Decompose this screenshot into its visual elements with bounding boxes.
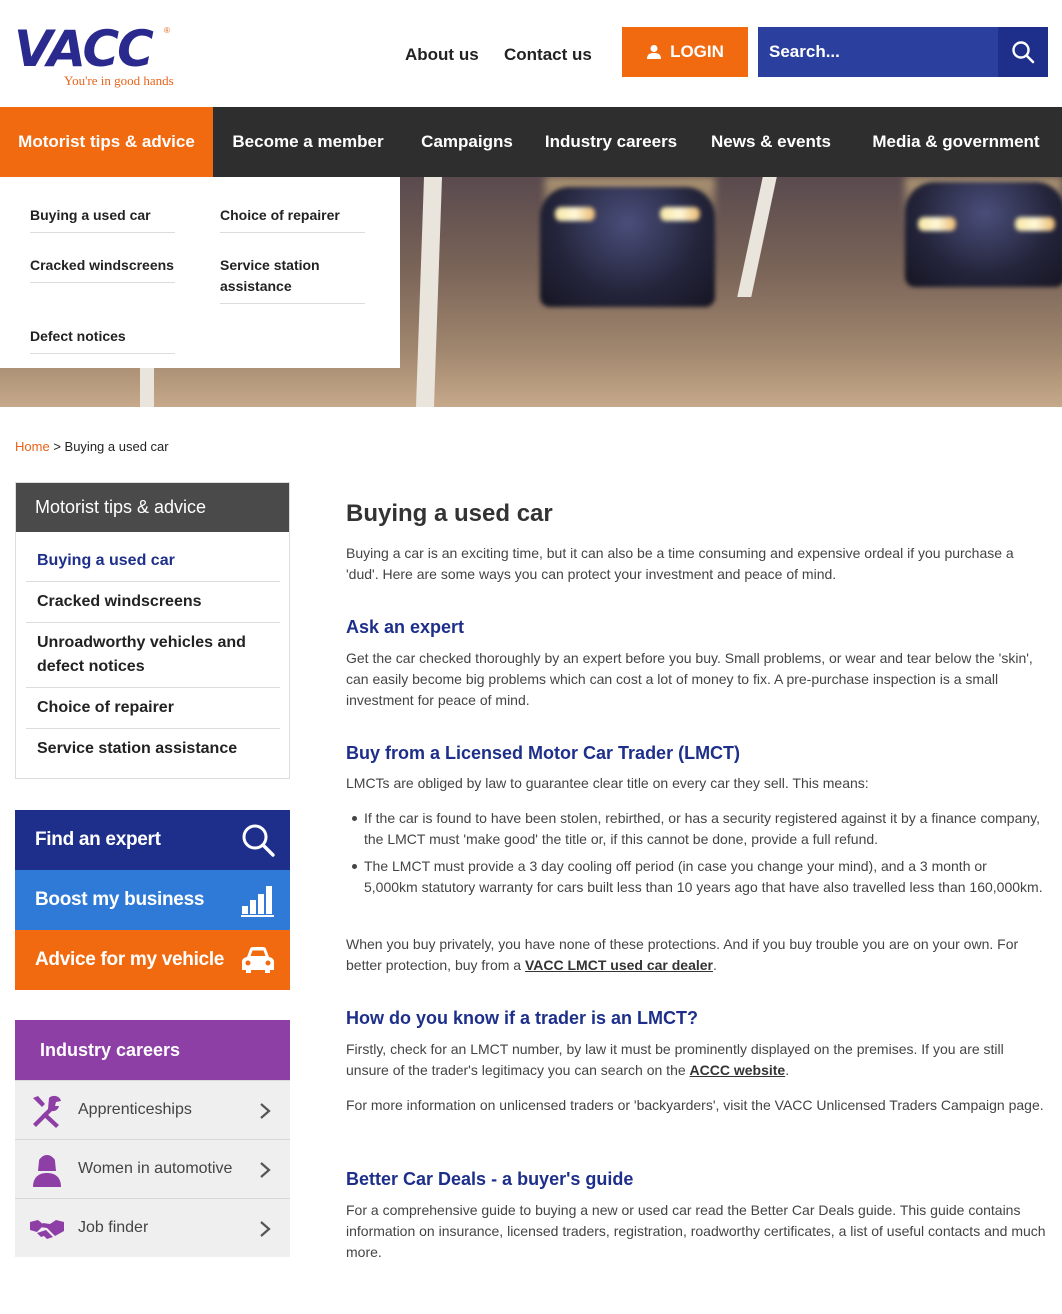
sidebar-item-buying-used-car[interactable]: Buying a used car	[26, 549, 280, 582]
car-light	[555, 207, 595, 221]
car-icon	[242, 947, 274, 973]
breadcrumb-home[interactable]: Home	[15, 439, 50, 454]
sidebar-menu: Motorist tips & advice Buying a used car…	[15, 482, 290, 779]
breadcrumb-separator: >	[53, 439, 61, 454]
blurred-car	[540, 187, 715, 307]
dropdown-choice-of-repairer[interactable]: Choice of repairer	[220, 205, 365, 233]
advice-vehicle-tile[interactable]: Advice for my vehicle	[15, 930, 290, 990]
dropdown-buying-used-car[interactable]: Buying a used car	[30, 205, 175, 233]
page-title: Buying a used car	[346, 500, 553, 527]
lmct-dealer-link[interactable]: VACC LMCT used car dealer	[525, 957, 713, 973]
career-label: Job finder	[78, 1219, 149, 1236]
nav-dropdown: Buying a used car Choice of repairer Cra…	[0, 177, 400, 368]
intro-paragraph: Buying a car is an exciting time, but it…	[346, 545, 1014, 582]
bar-chart-icon	[241, 886, 274, 917]
section-lmct-body: LMCTs are obliged by law to guarantee cl…	[346, 775, 869, 791]
chevron-right-icon	[260, 1103, 271, 1119]
sidebar-title: Motorist tips & advice	[16, 483, 289, 532]
main-nav: Motorist tips & advice Become a member C…	[0, 107, 1062, 177]
section-lmct-heading: Buy from a Licensed Motor Car Trader (LM…	[346, 743, 741, 763]
section-better-car-deals-body: For a comprehensive guide to buying a ne…	[346, 1202, 1046, 1260]
dropdown-service-station-assistance[interactable]: Service station assistance	[220, 255, 365, 304]
contact-us-link[interactable]: Contact us	[504, 45, 592, 65]
section-how-know-body-2: For more information on unlicensed trade…	[346, 1097, 1044, 1113]
search-box	[758, 27, 1048, 77]
section-ask-expert-body: Get the car checked thoroughly by an exp…	[346, 650, 1033, 708]
career-apprenticeships[interactable]: Apprenticeships	[15, 1080, 290, 1139]
vacc-logo[interactable]: VACC ® You're in good hands	[14, 24, 194, 94]
login-button[interactable]: LOGIN	[622, 27, 748, 77]
sidebar-item-cracked-windscreens[interactable]: Cracked windscreens	[26, 590, 280, 623]
advice-vehicle-label: Advice for my vehicle	[35, 949, 225, 970]
road-dash	[737, 177, 777, 297]
user-icon	[647, 45, 662, 59]
career-women-in-automotive[interactable]: Women in automotive	[15, 1139, 290, 1198]
nav-become-member[interactable]: Become a member	[213, 107, 403, 177]
woman-icon	[33, 1155, 61, 1187]
how-know-text: Firstly, check for an LMCT number, by la…	[346, 1041, 1004, 1078]
career-job-finder[interactable]: Job finder	[15, 1198, 290, 1257]
road-dash	[140, 367, 154, 407]
chevron-right-icon	[260, 1162, 271, 1178]
search-icon	[1012, 41, 1035, 64]
car-light	[660, 207, 700, 221]
period: .	[785, 1062, 790, 1078]
sidebar-item-unroadworthy[interactable]: Unroadworthy vehicles and defect notices	[26, 631, 280, 688]
nav-media-government[interactable]: Media & government	[856, 107, 1056, 177]
industry-careers-title[interactable]: Industry careers	[15, 1020, 290, 1080]
nav-news-events[interactable]: News & events	[691, 107, 851, 177]
section-how-know-heading: How do you know if a trader is an LMCT?	[346, 1008, 699, 1028]
tools-icon	[33, 1095, 61, 1128]
boost-business-label: Boost my business	[35, 889, 205, 910]
section-ask-expert-heading: Ask an expert	[346, 617, 465, 637]
car-light	[918, 217, 956, 231]
find-expert-tile[interactable]: Find an expert	[15, 810, 290, 870]
nav-industry-careers[interactable]: Industry careers	[531, 107, 691, 177]
career-label: Apprenticeships	[78, 1101, 192, 1118]
sidebar-item-service-station[interactable]: Service station assistance	[26, 737, 280, 761]
boost-business-tile[interactable]: Boost my business	[15, 870, 290, 930]
breadcrumb: Home > Buying a used car	[15, 439, 169, 454]
dropdown-cracked-windscreens[interactable]: Cracked windscreens	[30, 255, 175, 283]
section-how-know-body: Firstly, check for an LMCT number, by la…	[346, 1039, 1046, 1081]
career-label: Women in automotive	[78, 1160, 233, 1177]
lmct-bullet-2: The LMCT must provide a 3 day cooling of…	[352, 856, 1044, 898]
logo-tagline: You're in good hands	[64, 73, 174, 88]
section-lmct-after: When you buy privately, you have none of…	[346, 934, 1046, 976]
lmct-bullet-1: If the car is found to have been stolen,…	[352, 808, 1044, 850]
search-icon	[242, 824, 275, 857]
search-button[interactable]	[998, 27, 1048, 77]
road-line	[415, 177, 443, 407]
handshake-icon	[30, 1220, 64, 1239]
period: .	[713, 957, 717, 973]
industry-careers-panel: Industry careers Apprenticeships Women i…	[15, 1020, 290, 1258]
breadcrumb-current: Buying a used car	[64, 439, 169, 454]
about-us-link[interactable]: About us	[405, 45, 479, 65]
registered-mark: ®	[164, 26, 170, 35]
main-content: Buying a used car Buying a car is an exc…	[346, 498, 1046, 1260]
accc-website-link[interactable]: ACCC website	[690, 1062, 786, 1078]
nav-motorist-tips[interactable]: Motorist tips & advice	[0, 107, 213, 177]
find-expert-label: Find an expert	[35, 829, 161, 850]
nav-campaigns[interactable]: Campaigns	[403, 107, 531, 177]
chevron-right-icon	[260, 1221, 271, 1237]
search-input[interactable]	[758, 27, 998, 77]
login-label: LOGIN	[670, 42, 724, 61]
blurred-car	[905, 182, 1062, 287]
sidebar-item-choice-of-repairer[interactable]: Choice of repairer	[26, 696, 280, 729]
dropdown-defect-notices[interactable]: Defect notices	[30, 326, 175, 354]
section-better-car-deals-heading: Better Car Deals - a buyer's guide	[346, 1169, 634, 1189]
site-header: VACC ® You're in good hands About us Con…	[0, 0, 1062, 107]
car-light	[1015, 217, 1055, 231]
